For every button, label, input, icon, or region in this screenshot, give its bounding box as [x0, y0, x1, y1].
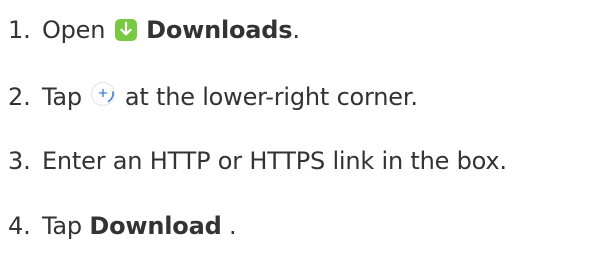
- step-number: 4.: [8, 212, 31, 240]
- step-text: Tap: [41, 83, 82, 111]
- step-text-end: .: [221, 212, 237, 240]
- step-text: Enter an HTTP or HTTPS link in the box.: [41, 147, 507, 175]
- instruction-steps: 1. Open Downloads. 2. Tap at the lower-r…: [0, 0, 616, 256]
- step-text-end: at the lower-right corner.: [124, 83, 418, 111]
- step-number: 3.: [8, 147, 31, 175]
- step-text: Tap: [41, 212, 82, 240]
- step-text: Open: [41, 16, 106, 44]
- step-text-end: .: [292, 16, 300, 44]
- step-1: 1. Open Downloads.: [8, 15, 300, 45]
- step-2: 2. Tap at the lower-right corner.: [8, 81, 418, 112]
- plus-icon: [90, 81, 116, 107]
- step-3: 3. Enter an HTTP or HTTPS link in the bo…: [8, 146, 507, 176]
- step-number: 1.: [8, 16, 31, 44]
- download-button-label: Download: [89, 212, 222, 240]
- app-name: Downloads: [146, 16, 293, 44]
- download-arrow-icon: [114, 18, 137, 41]
- step-number: 2.: [8, 83, 31, 111]
- step-4: 4. Tap Download .: [8, 211, 237, 241]
